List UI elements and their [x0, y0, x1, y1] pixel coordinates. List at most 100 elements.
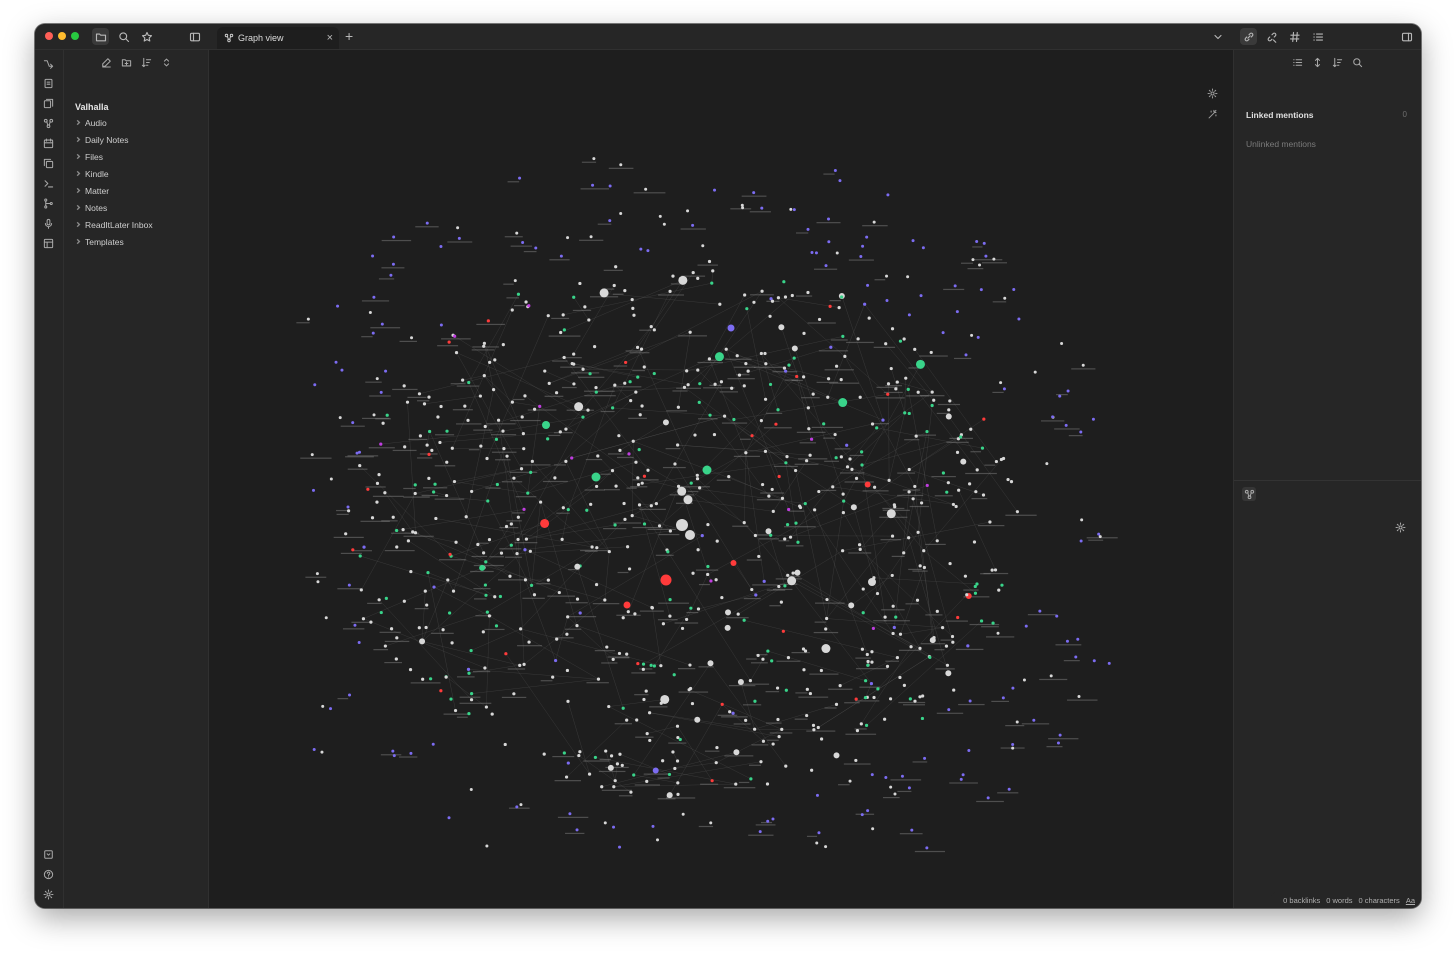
graph-node[interactable]: [410, 336, 414, 340]
graph-node[interactable]: [427, 395, 431, 399]
graph-node[interactable]: [783, 584, 787, 588]
graph-node[interactable]: [594, 582, 599, 587]
graph-node[interactable]: [542, 752, 546, 756]
graph-node[interactable]: [640, 481, 644, 485]
graph-node[interactable]: [975, 582, 979, 586]
graph-node[interactable]: [570, 456, 574, 460]
graph-node[interactable]: [547, 381, 551, 385]
graph-node[interactable]: [434, 516, 438, 521]
graph-node[interactable]: [793, 468, 798, 473]
graph-node[interactable]: [757, 554, 761, 559]
graph-node[interactable]: [794, 569, 801, 576]
graph-node[interactable]: [586, 408, 590, 412]
graph-node[interactable]: [519, 467, 524, 471]
graph-node[interactable]: [781, 629, 785, 633]
graph-node[interactable]: [355, 451, 359, 455]
graph-node[interactable]: [640, 404, 644, 408]
graph-node[interactable]: [709, 821, 713, 825]
graph-node[interactable]: [925, 429, 929, 434]
local-graph-settings-icon[interactable]: [1393, 520, 1407, 534]
graph-node[interactable]: [483, 424, 487, 429]
graph-node[interactable]: [834, 702, 839, 706]
graph-node[interactable]: [841, 334, 845, 338]
graph-node[interactable]: [668, 597, 672, 602]
graph-node[interactable]: [634, 390, 638, 394]
graph-node[interactable]: [604, 749, 608, 753]
graph-node[interactable]: [652, 664, 656, 668]
graph-node[interactable]: [625, 718, 629, 722]
graph-node[interactable]: [639, 347, 644, 351]
graph-node[interactable]: [986, 796, 990, 800]
graph-node[interactable]: [1011, 742, 1015, 746]
graph-node[interactable]: [505, 454, 509, 458]
graph-node[interactable]: [856, 337, 860, 341]
graph-node[interactable]: [766, 649, 770, 653]
graph-node[interactable]: [952, 688, 956, 692]
graph-node[interactable]: [746, 369, 750, 373]
graph-node[interactable]: [315, 572, 319, 576]
graph-node[interactable]: [666, 792, 673, 799]
graph-node[interactable]: [994, 459, 999, 464]
graph-node[interactable]: [911, 239, 915, 243]
graph-node[interactable]: [1081, 363, 1085, 367]
graph-node[interactable]: [676, 484, 681, 488]
folder-audio[interactable]: Audio: [75, 116, 107, 130]
graph-node[interactable]: [645, 779, 649, 783]
graph-node[interactable]: [490, 712, 494, 716]
graph-node[interactable]: [787, 363, 791, 367]
graph-node[interactable]: [389, 273, 393, 277]
zoom-window-button[interactable]: [71, 32, 79, 40]
graph-node[interactable]: [770, 487, 774, 492]
graph-node[interactable]: [595, 546, 599, 550]
graph-node[interactable]: [848, 779, 852, 783]
graph-node[interactable]: [782, 366, 787, 370]
backlinks-icon[interactable]: [1240, 28, 1257, 45]
graph-node[interactable]: [908, 697, 912, 701]
graph-node[interactable]: [919, 294, 923, 298]
graph-node[interactable]: [795, 374, 799, 379]
graph-node[interactable]: [575, 597, 580, 601]
graph-node[interactable]: [566, 508, 570, 512]
graph-node[interactable]: [565, 632, 569, 636]
graph-node[interactable]: [722, 414, 727, 418]
graph-node[interactable]: [482, 344, 486, 348]
graph-node[interactable]: [603, 598, 607, 602]
graph-node[interactable]: [428, 429, 432, 434]
graph-node[interactable]: [955, 310, 959, 314]
graph-node[interactable]: [636, 476, 640, 480]
graph-node[interactable]: [621, 616, 625, 620]
graph-node[interactable]: [679, 486, 684, 491]
graph-node[interactable]: [484, 593, 488, 597]
graph-node[interactable]: [632, 313, 636, 317]
graph-node[interactable]: [784, 764, 788, 768]
graph-node[interactable]: [889, 366, 893, 371]
graph-node[interactable]: [929, 350, 933, 355]
graph-node[interactable]: [826, 377, 831, 381]
graph-node[interactable]: [945, 413, 952, 420]
graph-node[interactable]: [870, 422, 875, 426]
graph-node[interactable]: [508, 574, 512, 578]
graph-node[interactable]: [886, 193, 890, 197]
graph-node[interactable]: [608, 219, 612, 223]
help-icon[interactable]: [41, 867, 55, 881]
graph-node[interactable]: [779, 600, 783, 604]
graph-node[interactable]: [898, 339, 903, 343]
graph-node[interactable]: [1049, 674, 1053, 678]
graph-node[interactable]: [662, 419, 669, 426]
graph-node[interactable]: [873, 485, 877, 489]
graph-node[interactable]: [668, 529, 672, 533]
graph-node[interactable]: [754, 593, 758, 597]
graph-node[interactable]: [929, 637, 936, 644]
graph-node[interactable]: [693, 433, 697, 437]
graph-node[interactable]: [869, 681, 874, 686]
graph-node[interactable]: [351, 548, 355, 552]
graph-node[interactable]: [599, 288, 609, 298]
graph-node[interactable]: [637, 448, 641, 452]
graph-node[interactable]: [687, 688, 691, 692]
graph-node[interactable]: [728, 710, 732, 714]
graph-node[interactable]: [973, 591, 978, 595]
terminal-icon[interactable]: [41, 176, 55, 190]
graph-node[interactable]: [875, 591, 880, 596]
graph-node[interactable]: [1045, 462, 1049, 466]
vault-switch-icon[interactable]: [41, 847, 55, 861]
